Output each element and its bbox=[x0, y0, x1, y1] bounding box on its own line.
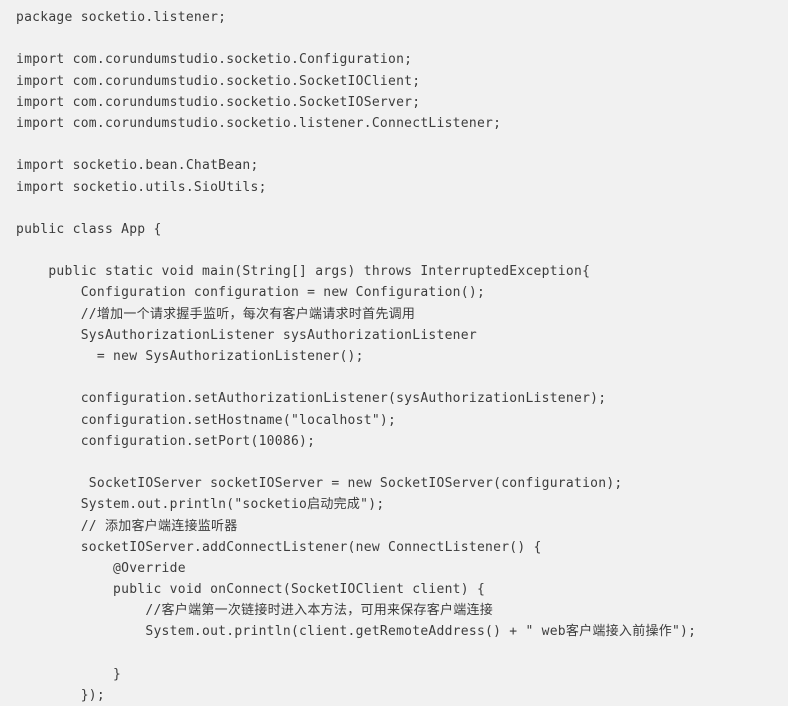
code-line: package socketio.listener; bbox=[16, 10, 227, 25]
code-line: System.out.println("socketio启动完成"); bbox=[16, 497, 385, 513]
code-line: import com.corundumstudio.socketio.Socke… bbox=[16, 73, 421, 89]
code-line: }); bbox=[16, 688, 105, 703]
code-editor-pane[interactable]: package socketio.listener; import com.co… bbox=[0, 0, 788, 703]
code-line: socketIOServer.addConnectListener(new Co… bbox=[16, 539, 542, 555]
code-line: SocketIOServer socketIOServer = new Sock… bbox=[16, 476, 623, 492]
code-line: = new SysAuthorizationListener(); bbox=[16, 349, 364, 364]
code-line: configuration.setHostname("localhost"); bbox=[16, 412, 397, 428]
code-line: } bbox=[16, 666, 122, 682]
code-line: configuration.setAuthorizationListener(s… bbox=[16, 391, 607, 407]
code-line: System.out.println(client.getRemoteAddre… bbox=[16, 624, 697, 640]
code-line: //增加一个请求握手监听，每次有客户端请求时首先调用 bbox=[16, 306, 416, 322]
code-line: SysAuthorizationListener sysAuthorizatio… bbox=[16, 327, 477, 343]
code-line: configuration.setPort(10086); bbox=[16, 433, 316, 449]
code-line: Configuration configuration = new Config… bbox=[16, 285, 486, 301]
code-line: import socketio.bean.ChatBean; bbox=[16, 158, 259, 174]
code-line: @Override bbox=[16, 560, 186, 576]
code-line: import com.corundumstudio.socketio.liste… bbox=[16, 115, 502, 131]
code-line: import com.corundumstudio.socketio.Socke… bbox=[16, 94, 421, 110]
code-line: public void onConnect(SocketIOClient cli… bbox=[16, 582, 486, 598]
code-line: public class App { bbox=[16, 221, 162, 237]
code-line: public static void main(String[] args) t… bbox=[16, 264, 591, 280]
code-line: //客户端第一次链接时进入本方法，可用来保存客户端连接 bbox=[16, 603, 494, 619]
code-line: import com.corundumstudio.socketio.Confi… bbox=[16, 52, 413, 68]
code-line: // 添加客户端连接监听器 bbox=[16, 518, 238, 534]
code-line: import socketio.utils.SioUtils; bbox=[16, 179, 267, 195]
